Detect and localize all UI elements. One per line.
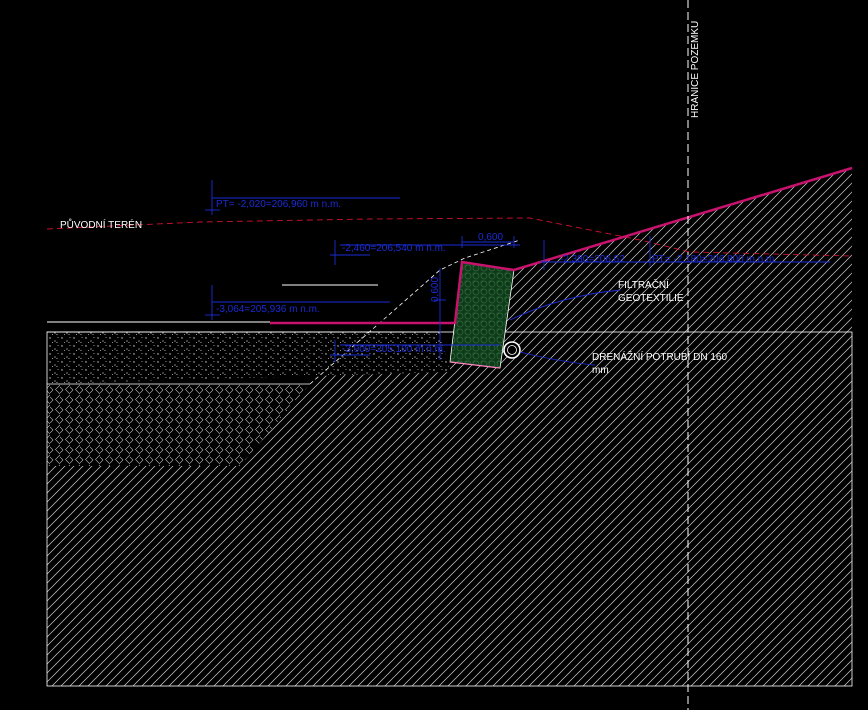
level-right-a-label: -2,380=206,62 bbox=[560, 254, 625, 265]
level-bottom-label: -3,900=205,100 m n.m. bbox=[342, 344, 446, 355]
boundary-label: HRANICE POZEMKU bbox=[690, 21, 701, 118]
drain-label-line2: mm bbox=[592, 365, 609, 376]
drain-pipe bbox=[503, 341, 521, 359]
original-terrain-label: PŮVODNÍ TERÉN bbox=[60, 218, 142, 231]
level-ground-left-label: -3,064=205,936 m n.m. bbox=[216, 304, 320, 315]
filter-label-line1: FILTRAČNÍ bbox=[618, 278, 669, 291]
filter-label-line2: GEOTEXTILIE bbox=[618, 293, 684, 304]
level-right-b-label: PT= -2,180=206,800 m n.m. bbox=[652, 254, 777, 265]
dimension-width-label: 0,600 bbox=[478, 232, 503, 243]
level-top-wall-label: -2,460=206,540 m n.m. bbox=[342, 243, 446, 254]
dimension-height-label: 0,600 bbox=[430, 277, 441, 302]
cad-section-drawing: HRANICE POZEMKU PŮVODNÍ TERÉN FILTRAČNÍ … bbox=[46, 0, 853, 710]
drain-label-line1: DRENÁŽNÍ POTRUBÍ DN 160 bbox=[592, 350, 727, 363]
level-pt-label: PT= -2,020=206,960 m n.m. bbox=[216, 199, 341, 210]
